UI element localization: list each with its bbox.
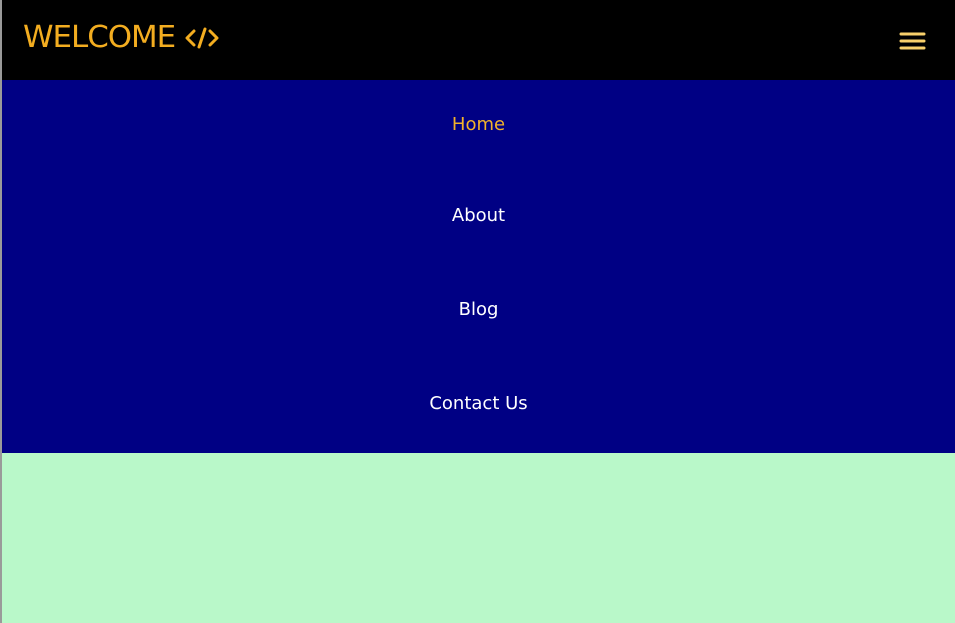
- nav-item-contact-us[interactable]: Contact Us: [2, 395, 955, 413]
- nav-item-home[interactable]: Home: [2, 116, 955, 134]
- navigation-menu: Home About Blog Contact Us: [2, 80, 955, 453]
- top-header: WELCOME: [2, 0, 955, 80]
- code-icon: [185, 26, 219, 50]
- page-content-area: [2, 453, 955, 623]
- brand-text: WELCOME: [23, 20, 176, 55]
- hamburger-menu-icon: [897, 31, 927, 51]
- hamburger-menu-button[interactable]: [897, 31, 927, 51]
- site-brand[interactable]: WELCOME: [23, 23, 219, 53]
- nav-item-blog[interactable]: Blog: [2, 301, 955, 319]
- browser-viewport: WELCOME Home About Blog Contact Us: [0, 0, 955, 623]
- nav-item-about[interactable]: About: [2, 207, 955, 225]
